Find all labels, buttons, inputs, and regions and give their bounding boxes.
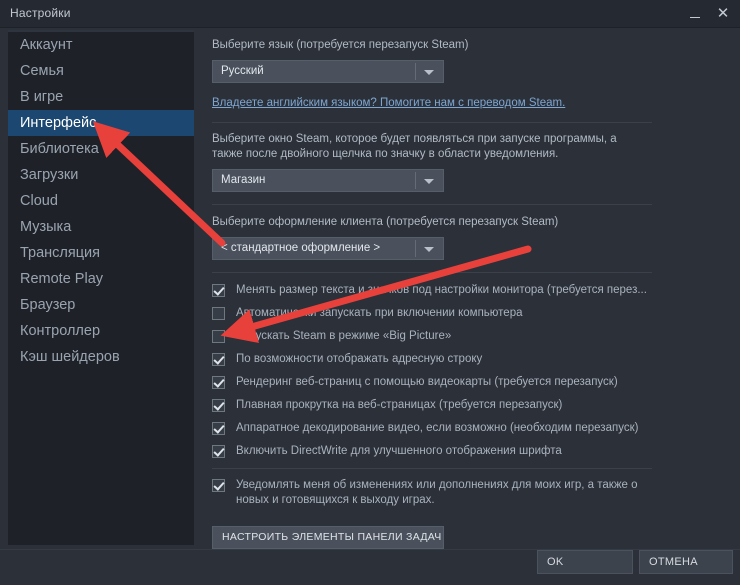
notify-option-wrapper: Уведомлять меня об изменениях или дополн… [202,469,732,508]
checkbox-label: Аппаратное декодирование видео, если воз… [236,422,639,434]
checkbox-label: Автоматически запускать при включении ко… [236,307,523,319]
checkbox-icon[interactable] [212,479,225,492]
dropdown-separator [415,63,416,80]
language-section-label: Выберите язык (потребуется перезапуск St… [212,39,469,51]
title-bar: Настройки ✕ [0,0,740,28]
skin-section-label: Выберите оформление клиента (потребуется… [212,216,559,228]
interface-option-row-2[interactable]: Запускать Steam в режиме «Big Picture» [212,329,732,348]
minimize-icon[interactable] [682,0,708,27]
dropdown-separator [415,172,416,189]
language-dropdown[interactable]: Русский [212,60,444,83]
checkbox-label: Уведомлять меня об изменениях или дополн… [236,479,638,506]
checkbox-icon[interactable] [212,445,225,458]
checkbox-label: Включить DirectWrite для улучшенного ото… [236,445,562,457]
checkbox-label: По возможности отображать адресную строк… [236,353,483,365]
checkbox-label: Рендеринг веб-страниц с помощью видеокар… [236,376,618,388]
interface-option-row-0[interactable]: Менять размер текста и значков под настр… [212,283,732,302]
interface-option-row-5[interactable]: Плавная прокрутка на веб-страницах (треб… [212,398,732,417]
checkbox-icon[interactable] [212,376,225,389]
sidebar-item-9[interactable]: Remote Play [8,266,194,292]
sidebar-item-12[interactable]: Кэш шейдеров [8,344,194,370]
sidebar-item-6[interactable]: Cloud [8,188,194,214]
language-dropdown-value: Русский [221,65,264,77]
settings-content-panel: Выберите язык (потребуется перезапуск St… [202,30,732,549]
sidebar-item-2[interactable]: В игре [8,84,194,110]
sidebar-item-3[interactable]: Интерфейс [8,110,194,136]
window-title: Настройки [10,6,71,20]
interface-option-row-3[interactable]: По возможности отображать адресную строк… [212,352,732,371]
sidebar-item-5[interactable]: Загрузки [8,162,194,188]
sidebar-item-7[interactable]: Музыка [8,214,194,240]
startup-window-dropdown-value: Магазин [221,174,266,186]
close-icon[interactable]: ✕ [710,0,736,27]
interface-option-row-1[interactable]: Автоматически запускать при включении ко… [212,306,732,325]
skin-dropdown-value: < стандартное оформление > [221,242,381,254]
checkbox-icon[interactable] [212,422,225,435]
interface-option-row-4[interactable]: Рендеринг веб-страниц с помощью видеокар… [212,375,732,394]
configure-taskbar-button[interactable]: НАСТРОИТЬ ЭЛЕМЕНТЫ ПАНЕЛИ ЗАДАЧ [212,526,444,549]
ok-button[interactable]: OK [537,550,633,574]
checkbox-label: Плавная прокрутка на веб-страницах (треб… [236,399,563,411]
sidebar-item-1[interactable]: Семья [8,58,194,84]
sidebar-item-4[interactable]: Библиотека [8,136,194,162]
translation-help-link[interactable]: Владеете английским языком? Помогите нам… [212,97,565,109]
sidebar-item-11[interactable]: Контроллер [8,318,194,344]
startup-window-section-label: Выберите окно Steam, которое будет появл… [212,133,617,160]
interface-option-row-7[interactable]: Включить DirectWrite для улучшенного ото… [212,444,732,463]
interface-option-row-6[interactable]: Аппаратное декодирование видео, если воз… [212,421,732,440]
checkbox-icon[interactable] [212,284,225,297]
chevron-down-icon [424,179,434,184]
checkbox-label: Запускать Steam в режиме «Big Picture» [236,330,452,342]
checkbox-icon[interactable] [212,353,225,366]
interface-options-list: Менять размер текста и значков под настр… [202,273,732,463]
chevron-down-icon [424,70,434,75]
notify-option-row[interactable]: Уведомлять меня об изменениях или дополн… [212,478,732,508]
chevron-down-icon [424,247,434,252]
sidebar-item-0[interactable]: Аккаунт [8,32,194,58]
sidebar-item-8[interactable]: Трансляция [8,240,194,266]
dropdown-separator [415,240,416,257]
cancel-button[interactable]: ОТМЕНА [639,550,733,574]
checkbox-label: Менять размер текста и значков под настр… [236,284,647,296]
settings-dialog: Настройки ✕ Аккаунт Семья В игре Интерфейс Б… [0,0,740,585]
startup-window-dropdown[interactable]: Магазин [212,169,444,192]
skin-dropdown[interactable]: < стандартное оформление > [212,237,444,260]
sidebar-item-10[interactable]: Браузер [8,292,194,318]
checkbox-icon[interactable] [212,399,225,412]
checkbox-icon[interactable] [212,330,225,343]
settings-sidebar[interactable]: Аккаунт Семья В игре Интерфейс Библиотека Заг… [8,30,194,545]
checkbox-icon[interactable] [212,307,225,320]
